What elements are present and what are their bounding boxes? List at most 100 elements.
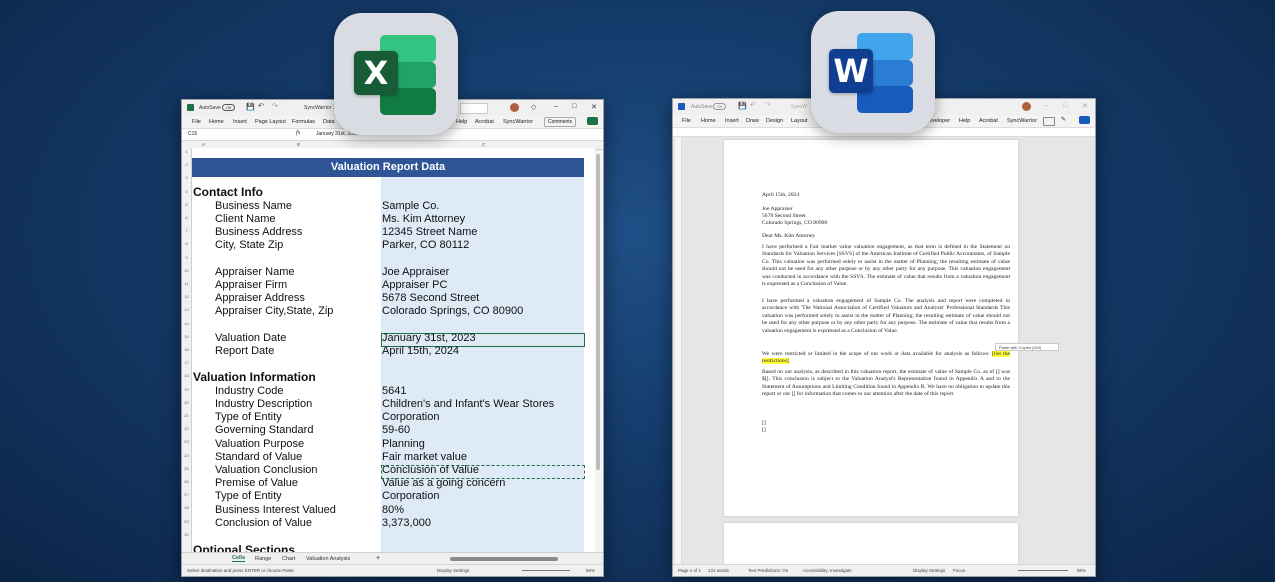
column-header-b[interactable]: B: [297, 142, 300, 147]
cell-label[interactable]: Type of Entity: [215, 411, 282, 423]
search-box[interactable]: [460, 103, 488, 114]
sheet-tab-cells[interactable]: Cells: [232, 555, 246, 562]
avatar[interactable]: [510, 103, 519, 112]
row-number[interactable]: 11: [182, 281, 191, 286]
row-number[interactable]: 8: [182, 241, 191, 246]
tab-file[interactable]: File: [682, 118, 691, 124]
row-number[interactable]: 23: [182, 439, 191, 444]
cell-label[interactable]: Industry Description: [215, 398, 312, 410]
zoom-level[interactable]: 85%: [586, 568, 595, 573]
cell-value[interactable]: Colorado Springs, CO 80900: [382, 305, 523, 317]
cell-value[interactable]: Fair market value: [382, 451, 467, 463]
zoom-slider[interactable]: [522, 570, 570, 571]
cell-value[interactable]: 5678 Second Street: [382, 292, 479, 304]
paragraph-2[interactable]: I have performed a valuation engagement …: [762, 298, 1010, 335]
page-count[interactable]: Page 1 of 1: [678, 568, 701, 573]
paragraph-1[interactable]: I have performed a Fair market value val…: [762, 244, 1010, 288]
autosave-toggle[interactable]: Off: [713, 103, 727, 110]
tab-data[interactable]: Data: [323, 119, 335, 125]
document-area[interactable]: April 15th, 2024 Joe Appraiser 5678 Seco…: [673, 137, 1095, 565]
cell-label[interactable]: Premise of Value: [215, 477, 298, 489]
cell-label[interactable]: Client Name: [215, 213, 276, 225]
row-number[interactable]: 3: [182, 175, 191, 180]
row-number[interactable]: 26: [182, 479, 191, 484]
fx-icon[interactable]: fx: [296, 130, 300, 136]
paragraph-3[interactable]: We were restricted or limited in the sco…: [762, 351, 1011, 366]
cell-value[interactable]: 3,373,000: [382, 517, 431, 529]
cell-value[interactable]: 80%: [382, 504, 404, 516]
cell-label[interactable]: Business Interest Valued: [215, 504, 336, 516]
name-box[interactable]: C15: [188, 131, 264, 137]
cell-value[interactable]: Children's and Infant's Wear Stores: [382, 398, 554, 410]
redo-icon[interactable]: ↷: [765, 101, 771, 109]
row-number[interactable]: 30: [182, 532, 191, 537]
tab-help[interactable]: Help: [959, 118, 970, 124]
document-page-2[interactable]: [724, 523, 1018, 565]
paragraph-4[interactable]: Based on our analysis, as described in t…: [762, 369, 1010, 399]
tab-developer[interactable]: eveloper: [929, 118, 950, 124]
diamond-icon[interactable]: ◇: [531, 103, 536, 111]
add-sheet-button[interactable]: +: [376, 555, 380, 562]
row-number[interactable]: 16: [182, 347, 191, 352]
row-number[interactable]: 2: [182, 162, 191, 167]
cell-label[interactable]: Industry Code: [215, 385, 283, 397]
cell-value[interactable]: Corporation: [382, 411, 439, 423]
tab-design[interactable]: Design: [766, 118, 783, 124]
row-number[interactable]: 21: [182, 413, 191, 418]
row-number[interactable]: 13: [182, 307, 191, 312]
cell-value[interactable]: 12345 Street Name: [382, 226, 477, 238]
cell-value[interactable]: Value as a going concern: [382, 477, 505, 489]
cell-value[interactable]: Corporation: [382, 490, 439, 502]
tab-home[interactable]: Home: [701, 118, 716, 124]
cell-value[interactable]: Ms. Kim Attorney: [382, 213, 465, 225]
row-number[interactable]: 19: [182, 387, 191, 392]
cell-label[interactable]: Valuation Date: [215, 332, 286, 344]
row-number[interactable]: 20: [182, 400, 191, 405]
minimize-icon[interactable]: –: [554, 103, 558, 110]
tab-page-layout[interactable]: Page Layout: [255, 119, 286, 125]
cell-label[interactable]: Standard of Value: [215, 451, 302, 463]
paste-options-popup[interactable]: Paste with Copilot (Ctrl): [995, 343, 1059, 351]
row-number[interactable]: 29: [182, 519, 191, 524]
cell-label[interactable]: Business Name: [215, 200, 292, 212]
display-settings-button[interactable]: Display Settings: [437, 568, 469, 573]
minimize-icon[interactable]: –: [1045, 102, 1049, 109]
comments-icon[interactable]: [1043, 117, 1055, 126]
salutation[interactable]: Dear Ms. Kim Attorney: [762, 233, 1010, 240]
cell-value[interactable]: Planning: [382, 438, 425, 450]
row-number[interactable]: 18: [182, 373, 191, 378]
letter-date[interactable]: April 15th, 2024: [762, 192, 1010, 199]
close-icon[interactable]: ✕: [591, 103, 597, 111]
row-number[interactable]: 22: [182, 426, 191, 431]
vertical-ruler[interactable]: [675, 137, 682, 565]
tab-draw[interactable]: Draw: [746, 118, 759, 124]
spreadsheet-grid[interactable]: 1 2 3 4 5 6 7 8 9 10 11 12 13 14 15 16 17 18 19 20 21 22 23 24 2…: [182, 148, 595, 553]
close-icon[interactable]: ✕: [1082, 102, 1088, 110]
sheet-tab-valuation-analysis[interactable]: Valuation Analysis: [306, 556, 350, 562]
sheet-tab-chart[interactable]: Chart: [282, 556, 295, 562]
row-number[interactable]: 9: [182, 255, 191, 260]
avatar[interactable]: [1022, 102, 1031, 111]
tab-syncwarrior[interactable]: SyncWarrior: [503, 119, 533, 125]
word-count[interactable]: 131 words: [708, 568, 729, 573]
redo-icon[interactable]: ↷: [272, 102, 278, 110]
autosave-toggle[interactable]: Off: [222, 104, 236, 111]
zoom-slider[interactable]: [1018, 570, 1068, 571]
cell-value[interactable]: Conclusion of Value: [382, 464, 479, 476]
focus-button[interactable]: Focus: [953, 568, 965, 573]
cell-label[interactable]: Appraiser Name: [215, 266, 294, 278]
row-number[interactable]: 7: [182, 228, 191, 233]
row-number[interactable]: 10: [182, 268, 191, 273]
undo-icon[interactable]: ↶: [750, 101, 756, 109]
address-line-3[interactable]: Colorado Springs, CO 80900: [762, 220, 1010, 227]
tab-home[interactable]: Home: [209, 119, 224, 125]
cell-label[interactable]: Appraiser Address: [215, 292, 305, 304]
row-number[interactable]: 6: [182, 215, 191, 220]
row-number[interactable]: 28: [182, 505, 191, 510]
cell-value[interactable]: Parker, CO 80112: [382, 239, 469, 251]
tab-syncwarrior[interactable]: SyncWarrior: [1007, 118, 1037, 124]
save-icon[interactable]: 💾: [246, 103, 255, 111]
pen-icon[interactable]: ✎: [1061, 116, 1066, 123]
tab-insert[interactable]: Insert: [725, 118, 739, 124]
tab-acrobat[interactable]: Acrobat: [475, 119, 494, 125]
